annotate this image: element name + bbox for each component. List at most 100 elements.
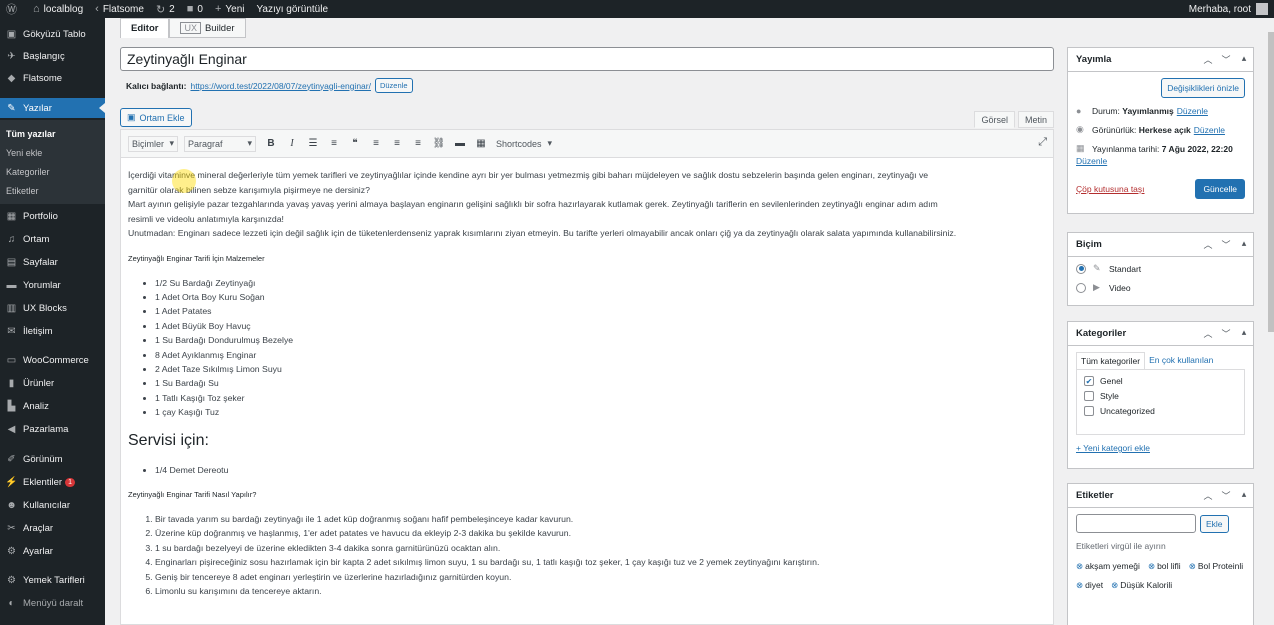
menu-item-media[interactable]: ♫ Ortam [0, 229, 105, 249]
box-controls: ︿ ﹀ ▴ [1199, 53, 1253, 66]
menu-item-recipes[interactable]: ⚙ Yemek Tarifleri [0, 570, 105, 590]
remove-tag-icon[interactable]: ⊗ [1076, 580, 1083, 590]
submenu-categories[interactable]: Kategoriler [6, 167, 50, 177]
permalink-edit-button[interactable]: Düzenle [374, 78, 413, 93]
menu-collapse[interactable]: ◐ Menüyü daralt [0, 593, 105, 613]
account-menu[interactable]: Merhaba, root [1183, 0, 1274, 18]
align-right-icon[interactable]: ≡ [409, 135, 427, 153]
tab-text[interactable]: Metin [1017, 111, 1054, 128]
site-name-link[interactable]: ⌂ localblog [27, 0, 89, 18]
page-scrollbar[interactable] [1268, 18, 1274, 625]
chevron-up-icon[interactable]: ︿ [1199, 238, 1217, 251]
category-item[interactable]: ✔ Genel [1084, 376, 1237, 386]
chevron-down-icon[interactable]: ﹀ [1217, 327, 1235, 340]
menu-item-portfolio[interactable]: ▦ Portfolio [0, 206, 105, 226]
remove-tag-icon[interactable]: ⊗ [1189, 561, 1196, 571]
chevron-up-icon[interactable]: ︿ [1199, 489, 1217, 502]
formats-dropdown[interactable]: Biçimler ▾ [128, 135, 178, 152]
chevron-up-icon[interactable]: ︿ [1199, 53, 1217, 66]
numbered-list-icon[interactable]: ≡ [325, 135, 343, 153]
menu-item-ux-blocks[interactable]: ▥ UX Blocks [0, 298, 105, 318]
chevron-down-icon[interactable]: ﹀ [1217, 489, 1235, 502]
menu-item-contact[interactable]: ✉ İletişim [0, 321, 105, 341]
menu-item-woocommerce[interactable]: ▭ WooCommerce [0, 350, 105, 370]
comments-link[interactable]: ■ 0 [181, 0, 209, 18]
align-center-icon[interactable]: ≡ [388, 135, 406, 153]
paragraph-select[interactable]: Paragraf ▾ [184, 135, 256, 152]
menu-item-comments[interactable]: ▬ Yorumlar [0, 275, 105, 295]
preview-changes-button[interactable]: Değişiklikleri önizle [1161, 78, 1245, 98]
tab-ux-builder[interactable]: UX Builder [169, 18, 246, 38]
date-edit-link[interactable]: Düzenle [1076, 156, 1107, 166]
shortcodes-dropdown[interactable]: Shortcodes ▾ [493, 136, 555, 152]
updates-link[interactable]: ↻ 2 [150, 0, 181, 18]
menu-item-marketing[interactable]: ◀ Pazarlama [0, 419, 105, 439]
fullscreen-icon[interactable]: ⤢ [1038, 136, 1047, 149]
new-content-link[interactable]: + Yeni [209, 0, 251, 18]
remove-tag-icon[interactable]: ⊗ [1148, 561, 1155, 571]
scrollbar-thumb[interactable] [1268, 32, 1274, 332]
submenu-tags[interactable]: Etiketler [6, 186, 39, 196]
status-edit-link[interactable]: Düzenle [1177, 106, 1208, 116]
blockquote-icon[interactable]: ❝ [346, 135, 364, 153]
radio-button[interactable] [1076, 263, 1086, 274]
checkbox[interactable] [1084, 391, 1094, 401]
post-title-input[interactable] [120, 47, 1054, 71]
update-button[interactable]: Güncelle [1195, 179, 1245, 199]
read-more-icon[interactable]: ▬ [451, 135, 469, 153]
italic-icon[interactable]: I [283, 135, 301, 153]
category-item[interactable]: Uncategorized [1084, 406, 1237, 416]
admin-menu: ▣ Gökyüzü Tablo ✈ Başlangıç ◆ Flatsome ✎ Yaz… [0, 18, 105, 625]
wp-logo-menu[interactable]: Ⓦ [0, 0, 27, 18]
tab-all-categories[interactable]: Tüm kategoriler [1076, 352, 1146, 369]
menu-item-posts[interactable]: ✎ Yazılar [0, 98, 105, 118]
menu-item-flatsome[interactable]: ◆ Flatsome [0, 68, 105, 88]
add-category-link[interactable]: + Yeni kategori ekle [1076, 443, 1150, 453]
trash-link[interactable]: Çöp kutusuna taşı [1076, 184, 1145, 194]
checkbox[interactable] [1084, 406, 1094, 416]
toggle-icon[interactable]: ▴ [1235, 489, 1253, 502]
menu-item-appearance[interactable]: ✐ Görünüm [0, 449, 105, 469]
tab-popular-categories[interactable]: En çok kullanılan [1145, 352, 1217, 369]
submenu-all-posts[interactable]: Tüm yazılar [6, 129, 56, 139]
editor-content[interactable]: İçerdiği vitaminve mineral değerleriyle … [128, 168, 1048, 599]
menu-item-settings[interactable]: ⚙ Ayarlar [0, 541, 105, 561]
bullet-list-icon[interactable]: ☰ [304, 135, 322, 153]
add-media-button[interactable]: ▣ Ortam Ekle [120, 108, 192, 127]
remove-tag-icon[interactable]: ⊗ [1076, 561, 1083, 571]
toggle-icon[interactable]: ▴ [1235, 53, 1253, 66]
flatsome-link[interactable]: ‹ Flatsome [89, 0, 150, 18]
visibility-edit-link[interactable]: Düzenle [1194, 125, 1225, 135]
submenu-add-new[interactable]: Yeni ekle [6, 148, 42, 158]
permalink-url[interactable]: https://word.test/2022/08/07/zeytinyagli… [190, 81, 371, 91]
view-post-link[interactable]: Yazıyı görüntüle [250, 0, 334, 18]
menu-item-analytics[interactable]: ▙ Analiz [0, 396, 105, 416]
menu-item-products[interactable]: ▮ Ürünler [0, 373, 105, 393]
radio-button[interactable] [1076, 282, 1086, 293]
chevron-down-icon[interactable]: ﹀ [1217, 53, 1235, 66]
format-option-video[interactable]: ▶ Video [1076, 282, 1245, 293]
menu-item-pages[interactable]: ▤ Sayfalar [0, 252, 105, 272]
paragraph-1-line-2: garnitür olarak bilinen sebze karışımıyl… [128, 184, 370, 195]
remove-tag-icon[interactable]: ⊗ [1111, 580, 1118, 590]
menu-item-plugins[interactable]: ⚡ Eklentiler 1 [0, 472, 105, 492]
menu-item-tools[interactable]: ✂ Araçlar [0, 518, 105, 538]
tag-input[interactable] [1076, 514, 1196, 533]
toggle-icon[interactable]: ▴ [1235, 327, 1253, 340]
chevron-up-icon[interactable]: ︿ [1199, 327, 1217, 340]
menu-item-users[interactable]: ☻ Kullanıcılar [0, 495, 105, 515]
format-option-standard[interactable]: ✎ Standart [1076, 263, 1245, 274]
tab-visual[interactable]: Görsel [974, 111, 1015, 128]
checkbox-checked[interactable]: ✔ [1084, 376, 1094, 386]
toggle-icon[interactable]: ▴ [1235, 238, 1253, 251]
menu-item-start[interactable]: ✈ Başlangıç [0, 46, 105, 66]
tab-editor[interactable]: Editor [120, 18, 170, 38]
menu-item-dashboard[interactable]: ▣ Gökyüzü Tablo [0, 24, 105, 44]
chevron-down-icon[interactable]: ﹀ [1217, 238, 1235, 251]
align-left-icon[interactable]: ≡ [367, 135, 385, 153]
add-tag-button[interactable]: Ekle [1200, 514, 1229, 533]
bold-icon[interactable]: B [262, 135, 280, 153]
link-icon[interactable]: ⛓ [430, 135, 448, 153]
toolbar-toggle-icon[interactable]: ▦ [472, 135, 490, 153]
category-item[interactable]: Style [1084, 391, 1237, 401]
